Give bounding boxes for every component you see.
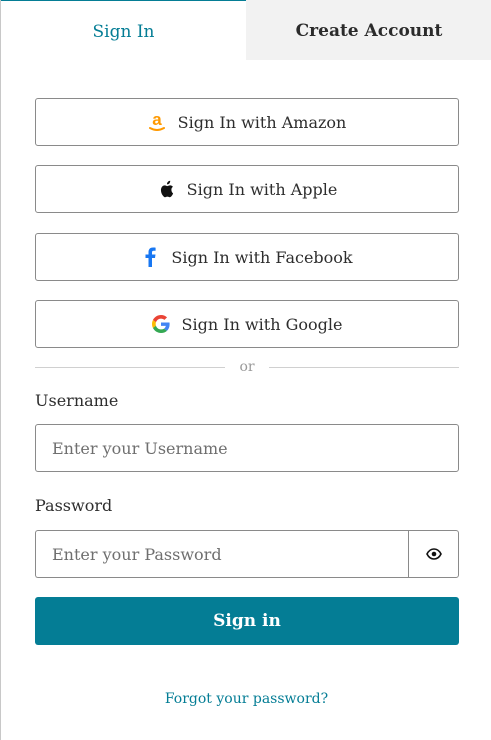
sign-in-with-amazon-button[interactable]: a Sign In with Amazon: [35, 98, 459, 146]
apple-logo-icon: [157, 179, 175, 199]
sign-in-with-apple-label: Sign In with Apple: [186, 179, 338, 199]
svg-text:a: a: [152, 112, 162, 129]
sign-in-with-facebook-label: Sign In with Facebook: [171, 247, 353, 267]
password-label: Password: [35, 496, 113, 515]
google-logo-icon: [151, 314, 170, 334]
auth-tabs: Sign In Create Account: [1, 0, 491, 60]
sign-in-with-amazon-label: Sign In with Amazon: [177, 112, 347, 132]
facebook-logo-icon: [141, 247, 159, 267]
or-text: or: [239, 359, 255, 375]
amazon-logo-icon: a: [148, 112, 166, 132]
tab-create-account[interactable]: Create Account: [246, 0, 491, 60]
eye-icon: [425, 545, 442, 564]
sign-in-with-apple-button[interactable]: Sign In with Apple: [35, 165, 459, 213]
password-input[interactable]: [35, 530, 409, 578]
username-label: Username: [35, 391, 119, 410]
tab-sign-in[interactable]: Sign In: [1, 0, 246, 60]
sign-in-with-google-label: Sign In with Google: [181, 314, 343, 334]
auth-panel: Sign In Create Account a Sign In with Am…: [0, 0, 491, 740]
sign-in-with-facebook-button[interactable]: Sign In with Facebook: [35, 233, 459, 281]
show-password-button[interactable]: [408, 530, 459, 578]
sign-in-submit-button[interactable]: Sign in: [35, 597, 459, 645]
sign-in-with-google-button[interactable]: Sign In with Google: [35, 300, 459, 348]
or-divider: or: [35, 358, 459, 378]
username-input[interactable]: [35, 424, 459, 472]
forgot-password-link[interactable]: Forgot your password?: [1, 691, 491, 707]
